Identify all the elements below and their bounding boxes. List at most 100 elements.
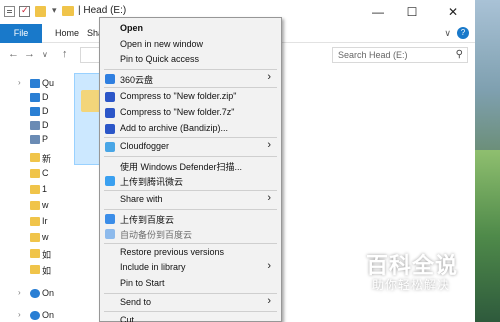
- menu-item-pin-to-quick-access[interactable]: Pin to Quick access: [100, 52, 281, 67]
- nav-item[interactable]: › Qu: [0, 77, 56, 91]
- menu-item-add-to-archive-bandizip[interactable]: Add to archive (Bandizip)...: [100, 121, 281, 136]
- menu-separator: [104, 137, 277, 139]
- nav-item[interactable]: 如: [0, 263, 56, 277]
- nav-item-label: D: [42, 106, 49, 116]
- nav-item[interactable]: Ir: [0, 215, 56, 229]
- tab-file[interactable]: File: [0, 24, 42, 43]
- minimize-button[interactable]: —: [362, 0, 394, 24]
- nav-item-label: D: [42, 92, 49, 102]
- bandizip-icon: [105, 123, 115, 134]
- menu-item-send-to[interactable]: Send to ›: [100, 295, 281, 310]
- menu-separator: [104, 155, 277, 157]
- menu-item-label: 360云盘: [120, 74, 154, 85]
- search-box[interactable]: Search Head (E:) ⚲: [332, 47, 468, 63]
- menu-separator: [104, 68, 277, 70]
- nav-item[interactable]: 新: [0, 151, 56, 165]
- menu-item-pin-to-start[interactable]: Pin to Start: [100, 276, 281, 291]
- documents-icon: [30, 121, 40, 130]
- ribbon-collapse-icon[interactable]: ∨: [444, 28, 451, 39]
- back-button[interactable]: ←: [8, 48, 19, 60]
- close-button[interactable]: ✕: [437, 0, 469, 24]
- tab-home[interactable]: Home: [55, 24, 79, 43]
- baidu-cloud-icon: [105, 213, 115, 224]
- nav-item[interactable]: w: [0, 199, 56, 213]
- menu-item-item-17[interactable]: 上传到百度云: [100, 211, 281, 226]
- folder-icon: [30, 153, 40, 162]
- nav-item-label: C: [42, 168, 49, 178]
- nav-item[interactable]: D: [0, 119, 56, 133]
- menu-item-compress-to-new-folder-7z[interactable]: Compress to "New folder.7z": [100, 105, 281, 120]
- menu-item-label: 上传到百度云: [120, 214, 175, 225]
- nav-item-label: w: [42, 200, 49, 210]
- menu-item-open[interactable]: Open: [100, 21, 281, 36]
- menu-item-label: Pin to Quick access: [120, 54, 200, 65]
- nav-item[interactable]: C: [0, 167, 56, 181]
- menu-item-include-in-library[interactable]: Include in library ›: [100, 260, 281, 275]
- menu-item-label: Pin to Start: [120, 278, 165, 288]
- download-icon: [30, 107, 40, 116]
- folder-icon: [30, 169, 40, 178]
- onedrive-icon: [30, 311, 40, 320]
- menu-item-open-in-new-window[interactable]: Open in new window: [100, 37, 281, 52]
- menu-item-label: Send to: [120, 296, 152, 307]
- 360-cloud-icon: [105, 73, 115, 84]
- recent-locations-icon[interactable]: ∨: [42, 50, 48, 59]
- expand-chevron-icon[interactable]: ›: [18, 78, 21, 87]
- folder-icon: [30, 217, 40, 226]
- folder-icon: [30, 265, 40, 274]
- menu-item-360[interactable]: 360云盘 ›: [100, 71, 281, 86]
- nav-item-label: 如: [42, 266, 52, 276]
- new-folder-icon[interactable]: [35, 6, 46, 17]
- properties-icon[interactable]: [4, 6, 15, 17]
- menu-item-label: Include in library: [120, 262, 186, 273]
- quick-access-dropdown-icon[interactable]: ▾: [52, 5, 57, 16]
- menu-item-cloudfogger[interactable]: Cloudfogger ›: [100, 139, 281, 154]
- nav-item[interactable]: › On: [0, 287, 56, 301]
- title-separator: |: [78, 5, 81, 16]
- star-icon: [30, 79, 40, 88]
- folder-icon: [62, 6, 74, 16]
- submenu-arrow-icon: ›: [267, 260, 271, 273]
- menu-item-cut[interactable]: Cut: [100, 313, 281, 322]
- forward-button[interactable]: →: [24, 48, 35, 60]
- menu-item-compress-to-new-folder-zip[interactable]: Compress to "New folder.zip": [100, 89, 281, 104]
- nav-item-label: P: [42, 134, 49, 144]
- nav-item[interactable]: D: [0, 105, 56, 119]
- expand-chevron-icon[interactable]: ›: [18, 288, 21, 297]
- menu-item-restore-previous-versions[interactable]: Restore previous versions: [100, 245, 281, 260]
- onedrive-icon: [30, 289, 40, 298]
- menu-item-label: Cloudfogger: [120, 141, 170, 152]
- submenu-arrow-icon: ›: [267, 294, 271, 307]
- submenu-arrow-icon: ›: [267, 139, 271, 152]
- nav-item[interactable]: P: [0, 133, 56, 147]
- nav-item[interactable]: w: [0, 231, 56, 245]
- weiyun-icon: [105, 176, 115, 187]
- menu-separator: [104, 190, 277, 191]
- menu-separator: [104, 87, 277, 89]
- nav-item[interactable]: 1: [0, 183, 56, 197]
- search-icon: ⚲: [455, 49, 463, 60]
- menu-item-share-with[interactable]: Share with ›: [100, 192, 281, 207]
- maximize-button[interactable]: ☐: [396, 0, 428, 24]
- navigation-pane: › Qu D D D P 新 C 1 w Ir w 如如 › On › On: [0, 67, 56, 322]
- nav-item-label: 新: [42, 154, 52, 164]
- menu-separator: [104, 208, 277, 210]
- search-placeholder: Search Head (E:): [338, 50, 408, 60]
- nav-item[interactable]: 如: [0, 247, 56, 261]
- title-path: Head (E:): [83, 5, 127, 16]
- baidu-cloud-icon: [105, 229, 115, 240]
- submenu-arrow-icon: ›: [267, 192, 271, 204]
- nav-item[interactable]: › On: [0, 309, 56, 322]
- menu-item-label: 上传到腾讯微云: [120, 177, 184, 188]
- expand-chevron-icon[interactable]: ›: [18, 310, 21, 319]
- checkmark-icon[interactable]: [19, 5, 30, 17]
- menu-item-item-13[interactable]: 上传到腾讯微云: [100, 173, 281, 188]
- nav-item-label: On: [42, 288, 55, 298]
- menu-item-item-18[interactable]: 自动备份到百度云: [100, 226, 281, 241]
- help-icon[interactable]: ?: [457, 27, 469, 39]
- menu-item-windows-defender[interactable]: 使用 Windows Defender扫描...: [100, 158, 281, 173]
- menu-separator: [104, 311, 277, 313]
- up-button[interactable]: ↑: [62, 48, 68, 60]
- nav-item[interactable]: D: [0, 91, 56, 105]
- menu-item-label: 自动备份到百度云: [120, 230, 193, 241]
